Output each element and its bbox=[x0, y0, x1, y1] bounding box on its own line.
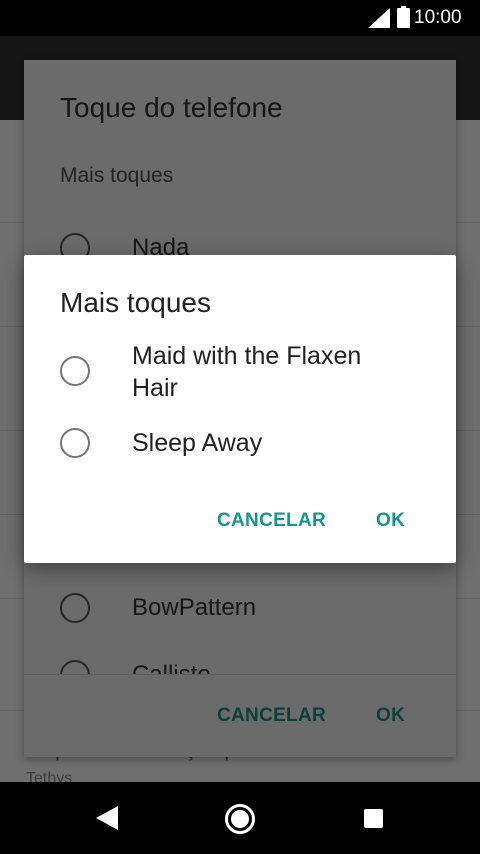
cancel-button[interactable]: CANCELAR bbox=[217, 510, 326, 532]
more-ringtones-dialog: Mais toques Maid with the Flaxen Hair Sl… bbox=[24, 255, 456, 563]
back-icon[interactable] bbox=[96, 806, 118, 830]
ringtone-option[interactable]: Sleep Away bbox=[60, 428, 412, 459]
radio-button[interactable] bbox=[60, 428, 90, 458]
home-icon[interactable] bbox=[225, 804, 255, 834]
ringtone-option[interactable]: BowPattern bbox=[60, 593, 256, 623]
dialog-title: Mais toques bbox=[60, 287, 211, 318]
dialog-title: Toque do telefone bbox=[60, 92, 283, 123]
ringtone-option-label: Maid with the Flaxen Hair bbox=[132, 342, 362, 402]
dialog-footer: CANCELAR OK bbox=[24, 674, 456, 757]
status-time: 10:00 bbox=[414, 7, 462, 28]
ringtone-option[interactable]: Maid with the Flaxen Hair bbox=[60, 342, 412, 404]
ringtone-option-label: Sleep Away bbox=[132, 429, 263, 457]
signal-icon bbox=[368, 8, 390, 28]
radio-button[interactable] bbox=[60, 356, 90, 386]
status-bar: 10:00 bbox=[0, 0, 480, 36]
recents-icon[interactable] bbox=[364, 809, 383, 828]
ok-button[interactable]: OK bbox=[376, 705, 405, 727]
ringtone-option-label: BowPattern bbox=[132, 594, 257, 621]
ok-button[interactable]: OK bbox=[376, 510, 405, 532]
radio-button[interactable] bbox=[60, 593, 90, 623]
navigation-bar bbox=[0, 782, 480, 854]
cancel-button[interactable]: CANCELAR bbox=[217, 705, 326, 727]
battery-icon bbox=[397, 6, 410, 28]
section-label: Mais toques bbox=[60, 164, 174, 187]
